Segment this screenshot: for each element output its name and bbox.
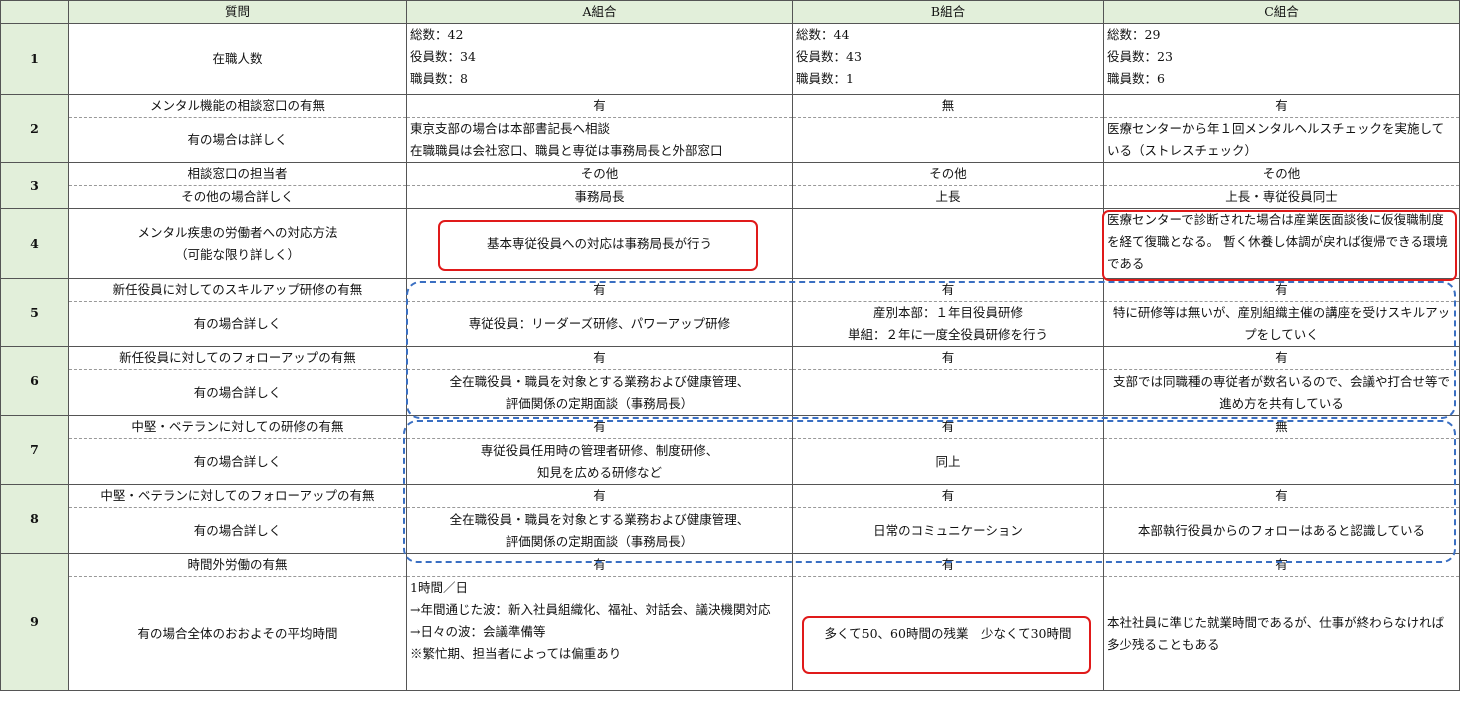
row-number: 5: [0, 278, 69, 347]
question-cell: 有の場合詳しく: [68, 507, 407, 554]
answer-b: 日常のコミュニケーション: [792, 507, 1104, 554]
answer-a: 専従役員：リーダーズ研修、パワーアップ研修: [406, 301, 793, 347]
question-cell: 有の場合全体のおおよその平均時間: [68, 576, 407, 691]
answer-a: 有: [406, 484, 793, 508]
row-number: 1: [0, 23, 69, 95]
answer-a: 東京支部の場合は本部書記長へ相談 在職職員は会社窓口、職員と専従は事務局長と外部…: [406, 117, 793, 163]
answer-a: 事務局長: [406, 185, 793, 209]
answer-b: 無: [792, 94, 1104, 118]
answer-b: 有: [792, 346, 1104, 370]
question-cell: 新任役員に対してのフォローアップの有無: [68, 346, 407, 370]
table-row: 有の場合詳しく 全在職役員・職員を対象とする業務および健康管理、 評価関係の定期…: [1, 369, 1460, 416]
question-cell: 新任役員に対してのスキルアップ研修の有無: [68, 278, 407, 302]
answer-b: 同上: [792, 438, 1104, 485]
answer-b: 総数：44 役員数：43 職員数：1: [792, 23, 1104, 95]
answer-a: 基本専従役員への対応は事務局長が行う: [406, 208, 793, 279]
table-row: 有の場合は詳しく 東京支部の場合は本部書記長へ相談 在職職員は会社窓口、職員と専…: [1, 117, 1460, 163]
header-num: [0, 0, 69, 24]
table-row: 有の場合詳しく 専従役員任用時の管理者研修、制度研修、 知見を広める研修など 同…: [1, 438, 1460, 485]
answer-a: 1時間／日 →年間通じた波：新入社員組織化、福祉、対話会、議決機関対応 →日々の…: [406, 576, 793, 691]
answer-c: 有: [1103, 484, 1460, 508]
header-b: B組合: [792, 0, 1104, 24]
answer-b: 有: [792, 553, 1104, 577]
answer-a: 全在職役員・職員を対象とする業務および健康管理、 評価関係の定期面談（事務局長）: [406, 507, 793, 554]
question-cell: 有の場合は詳しく: [68, 117, 407, 163]
answer-a: その他: [406, 162, 793, 186]
answer-a: 専従役員任用時の管理者研修、制度研修、 知見を広める研修など: [406, 438, 793, 485]
header-question: 質問: [68, 0, 407, 24]
answer-a: 有: [406, 278, 793, 302]
table-row: その他の場合詳しく 事務局長 上長 上長・専従役員同士: [1, 185, 1460, 209]
answer-c: 医療センターで診断された場合は産業医面談後に仮復職制度を経て復職となる。 暫く休…: [1103, 208, 1460, 279]
question-cell: メンタル疾患の労働者への対応方法 （可能な限り詳しく）: [68, 208, 407, 279]
answer-b: 多くて50、60時間の残業 少なくて30時間: [792, 576, 1104, 691]
answer-b: 有: [792, 415, 1104, 439]
table-row: 2 メンタル機能の相談窓口の有無 有 無 有: [0, 94, 1460, 163]
answer-c: 特に研修等は無いが、産別組織主催の講座を受けスキルアップをしていく: [1103, 301, 1460, 347]
answer-a: 有: [406, 553, 793, 577]
table-row: 有の場合全体のおおよその平均時間 1時間／日 →年間通じた波：新入社員組織化、福…: [1, 576, 1460, 691]
answer-c: 医療センターから年１回メンタルヘルスチェックを実施している（ストレスチェック）: [1103, 117, 1460, 163]
answer-b: [792, 208, 1104, 279]
question-cell: 中堅・ベテランに対してのフォローアップの有無: [68, 484, 407, 508]
answer-c: [1103, 438, 1460, 485]
header-a: A組合: [406, 0, 793, 24]
table-row: 8 中堅・ベテランに対してのフォローアップの有無 有 有 有: [0, 484, 1460, 554]
answer-c: 支部では同職種の専従者が数名いるので、会議や打合せ等で進め方を共有している: [1103, 369, 1460, 416]
table-row: 5 新任役員に対してのスキルアップ研修の有無 有 有 有: [0, 278, 1460, 347]
answer-b: 上長: [792, 185, 1104, 209]
answer-b: 有: [792, 484, 1104, 508]
answer-b: 産別本部：１年目役員研修 単組：２年に一度全役員研修を行う: [792, 301, 1104, 347]
table-row: 7 中堅・ベテランに対しての研修の有無 有 有 無: [0, 415, 1460, 485]
answer-a: 有: [406, 415, 793, 439]
row-number: 9: [0, 553, 69, 691]
answer-b: [792, 117, 1104, 163]
table-row: 6 新任役員に対してのフォローアップの有無 有 有 有: [0, 346, 1460, 416]
answer-c: 有: [1103, 94, 1460, 118]
question-cell: 有の場合詳しく: [68, 369, 407, 416]
answer-c: 有: [1103, 278, 1460, 302]
row-number: 2: [0, 94, 69, 163]
survey-table: 質問 A組合 B組合 C組合 1 在職人数 総数：42 役員数：34 職員数：8…: [0, 0, 1460, 691]
answer-c: 上長・専従役員同士: [1103, 185, 1460, 209]
question-cell: 時間外労働の有無: [68, 553, 407, 577]
row-number: 7: [0, 415, 69, 485]
answer-c: 総数：29 役員数：23 職員数：6: [1103, 23, 1460, 95]
header-row: 質問 A組合 B組合 C組合: [0, 0, 1460, 24]
table-row: 4 メンタル疾患の労働者への対応方法 （可能な限り詳しく） 基本専従役員への対応…: [0, 208, 1460, 279]
row-number: 4: [0, 208, 69, 279]
question-cell: 中堅・ベテランに対しての研修の有無: [68, 415, 407, 439]
row-number: 8: [0, 484, 69, 554]
answer-a: 総数：42 役員数：34 職員数：8: [406, 23, 793, 95]
answer-c: 有: [1103, 553, 1460, 577]
answer-c: 無: [1103, 415, 1460, 439]
table-row: 9 時間外労働の有無 有 有 有: [0, 553, 1460, 691]
question-cell: 相談窓口の担当者: [68, 162, 407, 186]
row-number: 6: [0, 346, 69, 416]
answer-c: その他: [1103, 162, 1460, 186]
answer-b: その他: [792, 162, 1104, 186]
header-c: C組合: [1103, 0, 1460, 24]
answer-b: [792, 369, 1104, 416]
table-row: 3 相談窓口の担当者 その他 その他 その他: [0, 162, 1460, 209]
question-cell: 有の場合詳しく: [68, 438, 407, 485]
answer-b: 有: [792, 278, 1104, 302]
answer-a: 有: [406, 346, 793, 370]
answer-a: 全在職役員・職員を対象とする業務および健康管理、 評価関係の定期面談（事務局長）: [406, 369, 793, 416]
row-number: 3: [0, 162, 69, 209]
question-cell: その他の場合詳しく: [68, 185, 407, 209]
table-row: 有の場合詳しく 全在職役員・職員を対象とする業務および健康管理、 評価関係の定期…: [1, 507, 1460, 554]
table-row: 有の場合詳しく 専従役員：リーダーズ研修、パワーアップ研修 産別本部：１年目役員…: [1, 301, 1460, 347]
table-row: 1 在職人数 総数：42 役員数：34 職員数：8 総数：44 役員数：43 職…: [0, 23, 1460, 95]
answer-a: 有: [406, 94, 793, 118]
question-cell: 在職人数: [68, 23, 407, 95]
answer-c: 本部執行役員からのフォローはあると認識している: [1103, 507, 1460, 554]
answer-c: 有: [1103, 346, 1460, 370]
question-cell: メンタル機能の相談窓口の有無: [68, 94, 407, 118]
question-cell: 有の場合詳しく: [68, 301, 407, 347]
answer-c: 本社社員に準じた就業時間であるが、仕事が終わらなければ多少残ることもある: [1103, 576, 1460, 691]
